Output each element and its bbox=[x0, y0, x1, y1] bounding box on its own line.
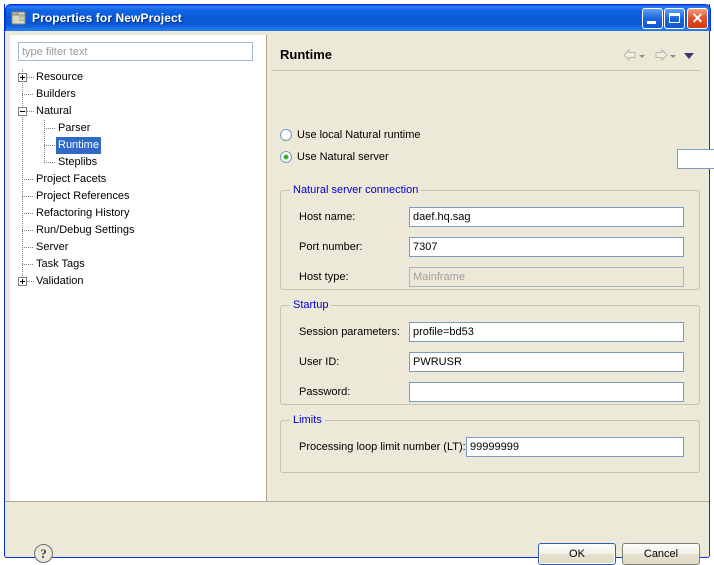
label-user-id: User ID: bbox=[299, 352, 339, 372]
tree-guide-line bbox=[22, 179, 33, 180]
group-limits: Limits Processing loop limit number (LT)… bbox=[280, 420, 700, 473]
tree-guide-line bbox=[22, 196, 33, 197]
tree-expand-icon[interactable] bbox=[18, 73, 27, 82]
sidebar-item-run-debug-settings[interactable]: Run/Debug Settings bbox=[18, 222, 263, 239]
input-user-id[interactable] bbox=[409, 352, 684, 372]
minimize-button[interactable] bbox=[642, 8, 663, 29]
tree-guide-line bbox=[22, 230, 33, 231]
sidebar-item-runtime[interactable]: Runtime bbox=[18, 137, 263, 154]
input-session-parameters[interactable] bbox=[409, 322, 684, 342]
maximize-button[interactable] bbox=[664, 8, 685, 29]
tree-collapse-icon[interactable] bbox=[18, 107, 27, 116]
group-title-limits: Limits bbox=[290, 414, 325, 426]
runtime-settings-pane: Runtime Use bbox=[268, 35, 704, 501]
dialog-body: ResourceBuildersNaturalParserRuntimeStep… bbox=[5, 31, 709, 556]
sidebar-item-label: Project Facets bbox=[34, 171, 108, 188]
sidebar-item-parser[interactable]: Parser bbox=[18, 120, 263, 137]
radio-server-label: Use Natural server bbox=[297, 151, 389, 163]
radio-local-label: Use local Natural runtime bbox=[297, 129, 421, 141]
tree-guide-line bbox=[22, 264, 33, 265]
forward-menu-chevron-down-icon[interactable] bbox=[670, 55, 676, 58]
close-icon: ✕ bbox=[688, 9, 707, 28]
close-button[interactable]: ✕ bbox=[687, 8, 708, 29]
input-host-type bbox=[409, 267, 684, 287]
sidebar-item-project-facets[interactable]: Project Facets bbox=[18, 171, 263, 188]
properties-window-icon bbox=[11, 10, 27, 26]
group-startup: Startup Session parameters: User ID: Pas… bbox=[280, 305, 700, 405]
group-title-server-connection: Natural server connection bbox=[290, 184, 421, 196]
sidebar-item-label: Run/Debug Settings bbox=[34, 222, 136, 239]
settings-tree-pane: ResourceBuildersNaturalParserRuntimeStep… bbox=[10, 35, 267, 501]
sidebar-item-natural[interactable]: Natural bbox=[18, 103, 263, 120]
input-port-number[interactable] bbox=[409, 237, 684, 257]
radio-local-indicator[interactable] bbox=[280, 129, 292, 141]
sidebar-item-label: Validation bbox=[34, 273, 86, 290]
sidebar-item-label: Runtime bbox=[56, 137, 101, 154]
sidebar-item-project-references[interactable]: Project References bbox=[18, 188, 263, 205]
sidebar-item-label: Builders bbox=[34, 86, 78, 103]
window-title: Properties for NewProject bbox=[32, 11, 641, 25]
label-session-parameters: Session parameters: bbox=[299, 322, 400, 342]
back-arrow-icon[interactable] bbox=[622, 48, 638, 62]
page-nav-toolbar[interactable] bbox=[622, 48, 696, 62]
sidebar-item-validation[interactable]: Validation bbox=[18, 273, 263, 290]
filter-input[interactable] bbox=[18, 42, 253, 61]
sidebar-item-server[interactable]: Server bbox=[18, 239, 263, 256]
sidebar-item-steplibs[interactable]: Steplibs bbox=[18, 154, 263, 171]
tree-guide-line bbox=[22, 213, 33, 214]
minimize-icon bbox=[647, 21, 656, 24]
label-password: Password: bbox=[299, 382, 350, 402]
radio-server-indicator[interactable] bbox=[280, 151, 292, 163]
forward-arrow-icon[interactable] bbox=[653, 48, 669, 62]
sidebar-item-resource[interactable]: Resource bbox=[18, 69, 263, 86]
tree-guide-line bbox=[22, 94, 33, 95]
radio-use-local-runtime[interactable]: Use local Natural runtime bbox=[280, 127, 421, 143]
sidebar-item-label: Server bbox=[34, 239, 70, 256]
sidebar-item-label: Project References bbox=[34, 188, 132, 205]
help-question-icon[interactable]: ? bbox=[34, 544, 53, 563]
group-natural-server-connection: Natural server connection Host name: Por… bbox=[280, 190, 700, 290]
maximize-icon bbox=[669, 13, 680, 23]
tree-expand-icon[interactable] bbox=[18, 277, 27, 286]
back-menu-chevron-down-icon[interactable] bbox=[639, 55, 645, 58]
server-select[interactable] bbox=[677, 149, 714, 169]
input-password[interactable] bbox=[409, 382, 684, 402]
sidebar-item-refactoring-history[interactable]: Refactoring History bbox=[18, 205, 263, 222]
group-title-startup: Startup bbox=[290, 299, 331, 311]
label-host-name: Host name: bbox=[299, 207, 355, 227]
sidebar-item-label: Natural bbox=[34, 103, 73, 120]
page-title: Runtime bbox=[280, 47, 332, 62]
label-host-type: Host type: bbox=[299, 267, 349, 287]
server-select-value bbox=[678, 150, 714, 168]
window-titlebar[interactable]: Properties for NewProject ✕ bbox=[5, 4, 711, 31]
tree-guide-line bbox=[44, 128, 55, 129]
tree-guide-line bbox=[44, 162, 55, 163]
sidebar-item-task-tags[interactable]: Task Tags bbox=[18, 256, 263, 273]
label-processing-loop-limit: Processing loop limit number (LT): bbox=[299, 437, 466, 457]
tree-guide-line bbox=[22, 247, 33, 248]
sidebar-item-label: Refactoring History bbox=[34, 205, 132, 222]
title-separator bbox=[272, 70, 700, 71]
sidebar-item-label: Task Tags bbox=[34, 256, 87, 273]
input-host-name[interactable] bbox=[409, 207, 684, 227]
properties-dialog: Properties for NewProject ✕ ResourceBuil… bbox=[4, 4, 710, 558]
tree-guide-line bbox=[44, 145, 55, 146]
sidebar-item-label: Steplibs bbox=[56, 154, 99, 171]
radio-use-natural-server[interactable]: Use Natural server bbox=[280, 149, 389, 165]
sidebar-item-builders[interactable]: Builders bbox=[18, 86, 263, 103]
sidebar-item-label: Resource bbox=[34, 69, 85, 86]
dropdown-triangle-icon[interactable] bbox=[684, 53, 694, 59]
input-processing-loop-limit[interactable] bbox=[466, 437, 684, 457]
label-port-number: Port number: bbox=[299, 237, 363, 257]
sidebar-item-label: Parser bbox=[56, 120, 92, 137]
